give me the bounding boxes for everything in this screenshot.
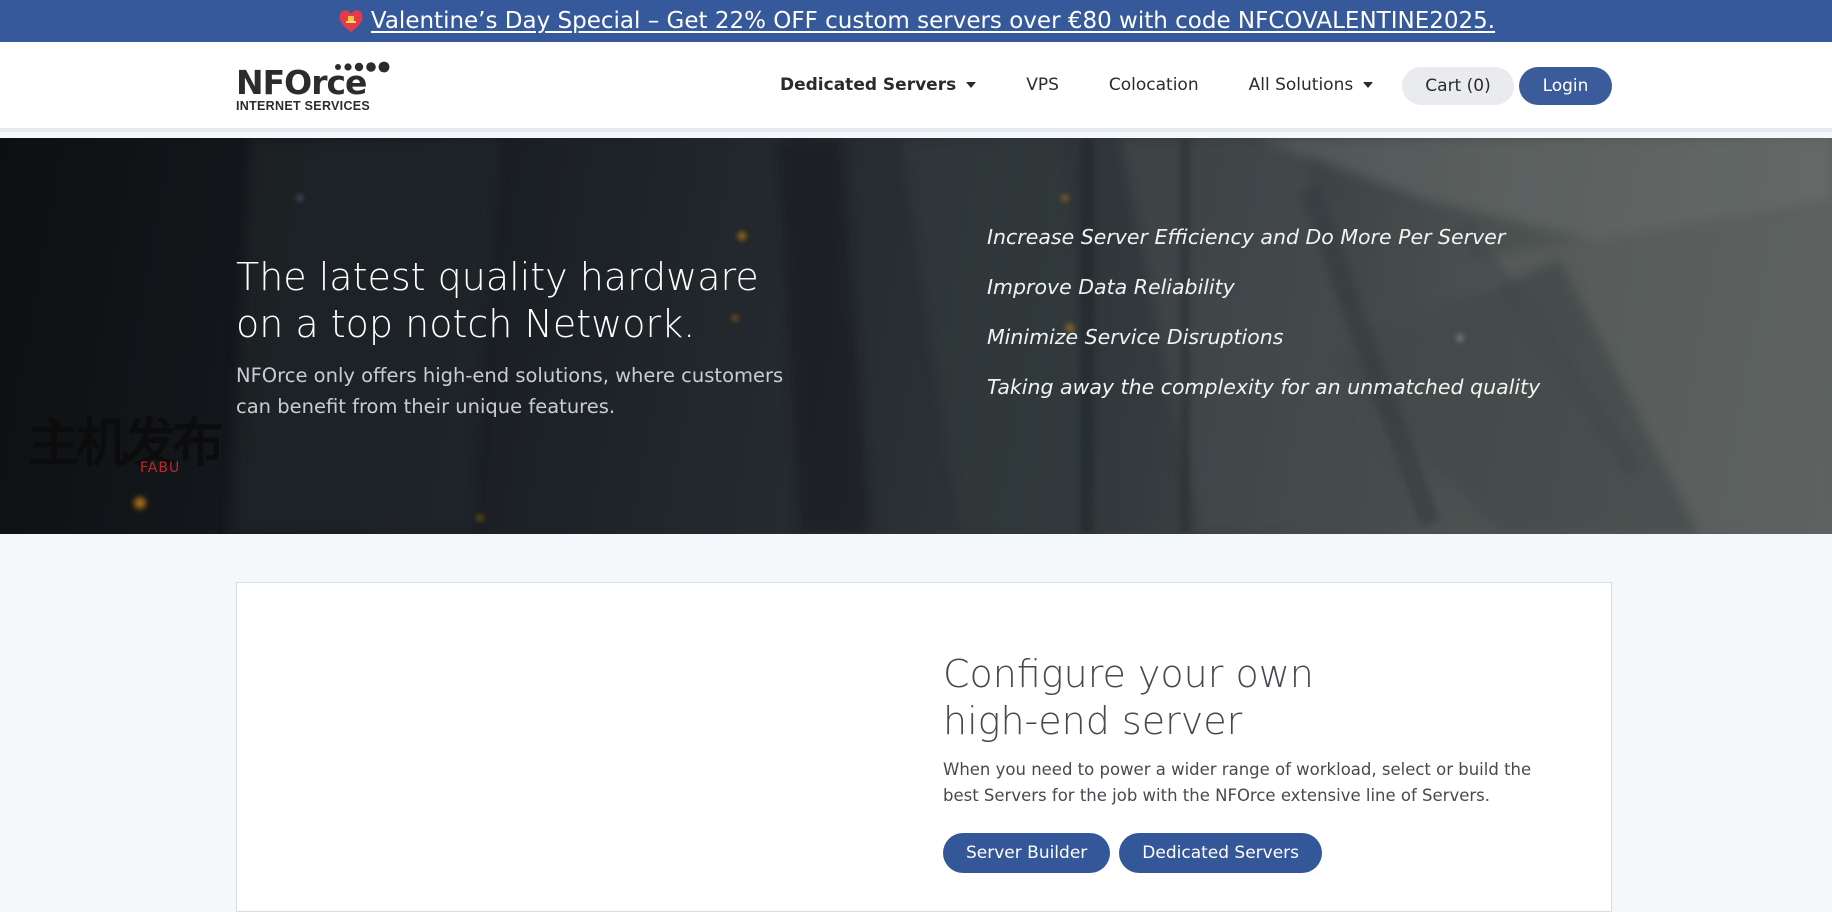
hero-feature-list: Increase Server Efficiency and Do More P… [987, 220, 1540, 420]
promo-link[interactable]: Valentine’s Day Special – Get 22% OFF cu… [337, 8, 1495, 34]
heart-gift-icon [339, 10, 363, 32]
hero-title: The latest quality hardware on a top not… [236, 254, 796, 348]
hero-section: The latest quality hardware on a top not… [0, 138, 1832, 534]
hero-feature-item: Minimize Service Disruptions [987, 325, 1284, 349]
nav-vps[interactable]: VPS [1026, 75, 1059, 95]
nav-label: Colocation [1108, 75, 1199, 95]
nav-all-solutions[interactable]: All Solutions [1249, 75, 1374, 95]
logo-dots-icon [335, 61, 390, 73]
nav-label: Dedicated Servers [780, 75, 957, 95]
hero-feature-item: Taking away the complexity for an unmatc… [987, 375, 1541, 399]
nav-colocation[interactable]: Colocation [1109, 75, 1199, 95]
cart-button[interactable]: Cart (0) [1402, 67, 1514, 105]
configure-description: When you need to power a wider range of … [943, 760, 1532, 805]
watermark-en-text: FABU [140, 460, 181, 476]
configure-server-card: Configure your own high-end server When … [236, 582, 1612, 912]
dedicated-servers-button[interactable]: Dedicated Servers [1119, 833, 1323, 873]
configure-title: Configure your own high-end server [943, 651, 1503, 745]
caret-down-icon [966, 82, 977, 88]
nav-label: All Solutions [1248, 75, 1354, 95]
caret-down-icon [1363, 82, 1374, 88]
watermark-logo: 主机发布 FABU [28, 416, 238, 476]
hero-feature-item: Improve Data Reliability [987, 275, 1235, 299]
configure-title-line2: high-end server [943, 699, 1243, 743]
main-nav: Dedicated Servers VPS Colocation All Sol… [780, 42, 1423, 128]
login-button[interactable]: Login [1519, 67, 1612, 105]
hero-description: NFOrce only offers high-end solutions, w… [236, 364, 784, 418]
nav-dedicated-servers[interactable]: Dedicated Servers [780, 75, 977, 95]
promo-text: Valentine’s Day Special – Get 22% OFF cu… [370, 8, 1496, 34]
site-header: NFOrce INTERNET SERVICES Dedicated Serve… [0, 42, 1832, 132]
logo-subtitle: INTERNET SERVICES [236, 99, 371, 113]
hero-feature-item: Increase Server Efficiency and Do More P… [987, 225, 1506, 249]
configure-title-line1: Configure your own [943, 652, 1314, 696]
hero-title-line2: on a top notch Network. [236, 302, 696, 346]
configure-actions: Server Builder Dedicated Servers [943, 833, 1323, 873]
watermark-cn-text: 主机发布 [28, 414, 224, 474]
nav-label: VPS [1026, 75, 1059, 95]
hero-title-line1: The latest quality hardware [236, 255, 759, 299]
server-builder-button[interactable]: Server Builder [943, 833, 1111, 873]
promo-banner: Valentine’s Day Special – Get 22% OFF cu… [0, 0, 1832, 42]
nforce-logo[interactable]: NFOrce INTERNET SERVICES [236, 60, 396, 116]
